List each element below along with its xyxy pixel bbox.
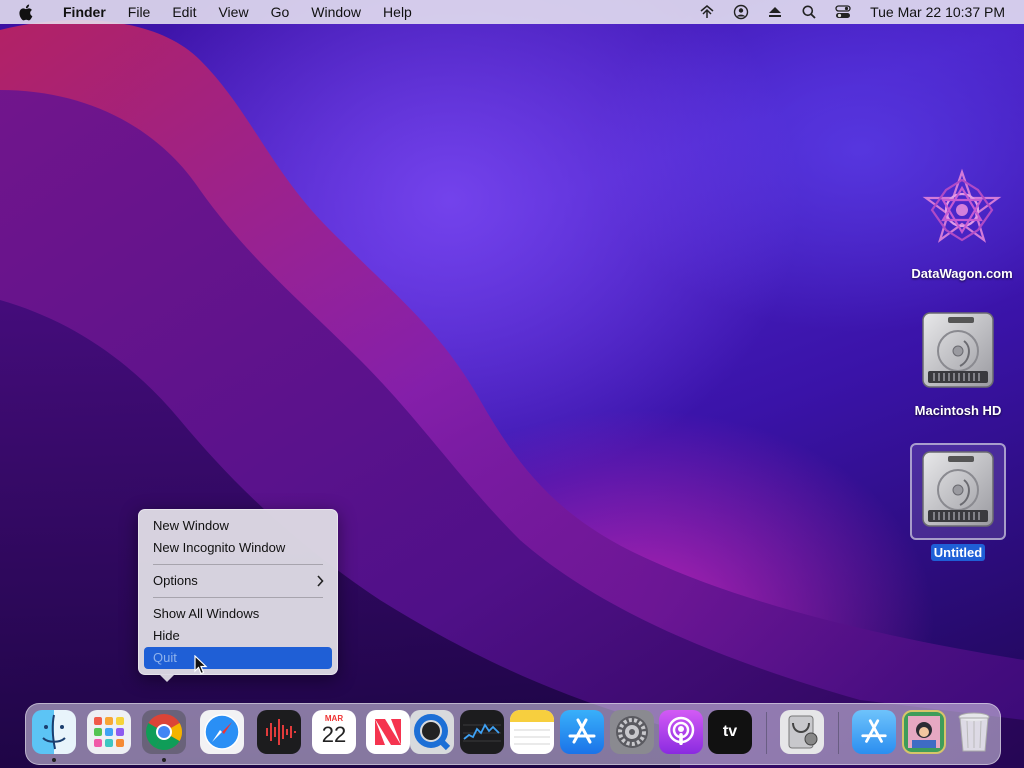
podcasts-icon[interactable] [659,710,703,754]
app-store-icon[interactable] [560,710,604,754]
menu-item-options[interactable]: Options [144,570,332,592]
mouse-cursor-icon [194,654,208,680]
menu-item-quit[interactable]: Quit [144,647,332,669]
tv-label: tv [722,723,738,740]
applications-folder-icon[interactable] [852,710,896,754]
menu-item-new-window[interactable]: New Window [144,515,332,537]
menu-separator [153,564,323,565]
datawagon-logo-icon[interactable] [918,168,1006,257]
menu-app-name[interactable]: Finder [52,0,117,24]
news-icon[interactable] [366,710,410,754]
desktop-icon-macintosh-hd[interactable]: Macintosh HD [903,311,1013,419]
chrome-icon[interactable] [142,710,186,754]
menu-item-hide[interactable]: Hide [144,625,332,647]
desktop-icon-label: Untitled [930,544,986,561]
calendar-icon[interactable]: MAR 22 [312,710,356,754]
desktop-icon-datawagon[interactable]: DataWagon.com [907,168,1017,282]
apple-tv-icon[interactable]: tv [708,710,752,754]
system-preferences-icon[interactable] [610,710,654,754]
running-indicator [52,758,56,762]
disk-utility-icon[interactable] [780,710,824,754]
menu-file[interactable]: File [117,0,162,24]
menu-item-show-all-windows[interactable]: Show All Windows [144,603,332,625]
notes-icon[interactable] [510,710,554,754]
menu-bar: Finder File Edit View Go Window Help Tue… [0,0,1024,24]
quicktime-icon[interactable] [410,710,454,754]
spotlight-search-icon[interactable] [799,2,819,22]
menu-view[interactable]: View [207,0,259,24]
menu-window[interactable]: Window [300,0,372,24]
finder-icon[interactable] [32,710,76,754]
chrome-dock-context-menu: New Window New Incognito Window Options … [138,509,338,682]
user-account-icon[interactable] [731,2,751,22]
downloads-stack-icon[interactable] [902,710,946,754]
launchpad-icon[interactable] [87,710,131,754]
stocks-icon[interactable] [460,710,504,754]
dock-divider [838,712,839,754]
eject-icon[interactable] [765,2,785,22]
calendar-day: 22 [321,722,347,747]
voice-memos-icon[interactable] [257,710,301,754]
hard-drive-icon[interactable] [910,443,1006,540]
menu-bar-clock[interactable]: Tue Mar 22 10:37 PM [870,4,1005,20]
control-center-icon[interactable] [833,2,853,22]
chevron-right-icon [316,570,324,594]
dock-divider [766,712,767,754]
hard-drive-icon[interactable] [920,311,996,394]
menu-pointer-arrow [159,674,175,682]
desktop-icon-label: Macintosh HD [914,403,1002,418]
menu-separator [153,597,323,598]
menu-help[interactable]: Help [372,0,423,24]
wifi-signal-icon[interactable] [697,2,717,22]
menu-edit[interactable]: Edit [161,0,207,24]
menu-item-label: Options [153,573,198,588]
menu-go[interactable]: Go [260,0,301,24]
running-indicator [162,758,166,762]
dock: MAR 22 tv [25,703,1001,765]
menu-item-new-incognito-window[interactable]: New Incognito Window [144,537,332,559]
desktop-icon-untitled[interactable]: Untitled [903,443,1013,561]
safari-icon[interactable] [200,710,244,754]
apple-menu-icon[interactable] [18,4,38,21]
trash-icon[interactable] [952,710,996,754]
desktop-icon-label: DataWagon.com [911,266,1013,281]
